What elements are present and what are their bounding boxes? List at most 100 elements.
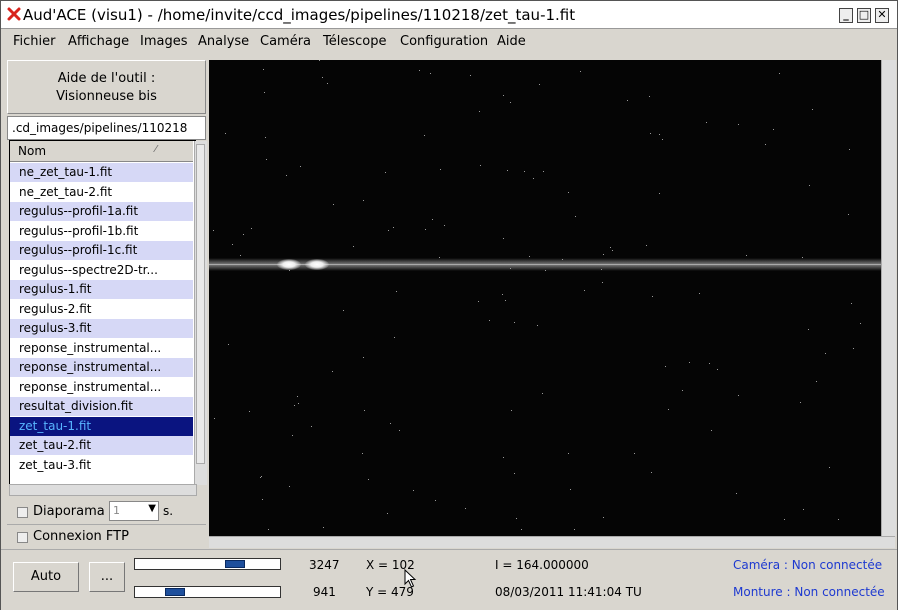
file-list-item[interactable]: regulus--profil-1c.fit xyxy=(10,241,193,260)
file-list-item[interactable]: regulus--profil-1b.fit xyxy=(10,222,193,241)
menu-camera[interactable]: Caméra xyxy=(260,34,311,49)
background-star xyxy=(323,527,324,528)
background-star xyxy=(465,508,466,509)
background-star xyxy=(424,135,425,136)
image-viewer[interactable] xyxy=(209,60,881,536)
background-star xyxy=(263,69,264,70)
menu-affichage[interactable]: Affichage xyxy=(68,34,129,49)
background-star xyxy=(682,390,683,391)
more-options-button[interactable]: ... xyxy=(89,562,125,592)
dropdown-arrow-icon[interactable]: ▼ xyxy=(148,503,156,514)
background-star xyxy=(803,509,804,510)
background-star xyxy=(736,493,737,494)
background-star xyxy=(521,529,522,530)
background-star xyxy=(439,257,440,258)
background-star xyxy=(765,144,766,145)
background-star xyxy=(368,479,369,480)
menu-telescope[interactable]: Télescope xyxy=(323,34,386,49)
minimize-icon[interactable]: _ xyxy=(839,8,853,23)
background-star xyxy=(853,348,854,349)
high-threshold-thumb[interactable] xyxy=(225,560,245,568)
background-star xyxy=(298,403,299,404)
file-list-horizontal-scrollbar[interactable] xyxy=(9,484,197,496)
background-star xyxy=(393,227,394,228)
viewer-vertical-scrollbar[interactable] xyxy=(881,60,896,536)
background-star xyxy=(779,73,780,74)
background-star xyxy=(689,362,690,363)
diaporama-checkbox[interactable] xyxy=(17,507,28,518)
background-star xyxy=(602,282,603,283)
close-icon[interactable]: ✕ xyxy=(875,8,889,23)
background-star xyxy=(425,229,426,230)
menu-fichier[interactable]: Fichier xyxy=(13,34,56,49)
diaporama-interval-select[interactable]: 1 ▼ xyxy=(109,501,159,521)
background-star xyxy=(829,467,830,468)
file-list-item[interactable]: reponse_instrumental... xyxy=(10,358,193,377)
background-star xyxy=(738,395,739,396)
background-star xyxy=(809,185,810,186)
background-star xyxy=(524,171,525,172)
background-star xyxy=(225,133,226,134)
background-star xyxy=(261,476,262,477)
background-star xyxy=(240,255,241,256)
file-list-item[interactable]: zet_tau-3.fit xyxy=(10,456,193,475)
background-star xyxy=(514,322,515,323)
high-threshold-value: 3247 xyxy=(309,558,340,572)
background-star xyxy=(568,453,569,454)
auto-button[interactable]: Auto xyxy=(13,562,79,592)
file-list-item[interactable]: regulus-1.fit xyxy=(10,280,193,299)
file-list-item[interactable]: zet_tau-1.fit xyxy=(10,416,193,436)
background-star xyxy=(802,257,803,258)
file-list-item[interactable]: ne_zet_tau-2.fit xyxy=(10,183,193,202)
low-threshold-thumb[interactable] xyxy=(165,588,185,596)
high-threshold-slider[interactable] xyxy=(134,558,281,570)
background-star xyxy=(440,169,441,170)
background-star xyxy=(413,490,414,491)
low-threshold-slider[interactable] xyxy=(134,586,281,598)
directory-path-field[interactable]: .cd_images/pipelines/110218 xyxy=(7,116,206,140)
background-star xyxy=(385,172,386,173)
diaporama-unit: s. xyxy=(163,504,174,518)
sort-icon[interactable]: ⁄ xyxy=(155,144,157,155)
menu-aide[interactable]: Aide xyxy=(497,34,526,49)
column-header-nom[interactable]: Nom ⁄ xyxy=(10,141,193,162)
background-star xyxy=(435,500,436,501)
menu-configuration[interactable]: Configuration xyxy=(400,34,488,49)
background-star xyxy=(264,92,265,93)
menu-images[interactable]: Images xyxy=(140,34,188,49)
file-list-item[interactable]: reponse_instrumental... xyxy=(10,378,193,397)
background-star xyxy=(243,234,244,235)
background-star xyxy=(289,486,290,487)
file-list-item[interactable]: regulus-3.fit xyxy=(10,319,193,338)
background-star xyxy=(260,477,261,478)
background-star xyxy=(851,303,852,304)
background-star xyxy=(387,513,388,514)
background-star xyxy=(327,83,328,84)
file-list-item[interactable]: reponse_instrumental... xyxy=(10,339,193,358)
background-star xyxy=(343,310,344,311)
tool-help-button[interactable]: Aide de l'outil : Visionneuse bis xyxy=(7,60,206,114)
background-star xyxy=(537,325,538,326)
background-star xyxy=(362,453,363,454)
title-bar[interactable]: Aud'ACE (visu1) - /home/invite/ccd_image… xyxy=(1,1,897,29)
background-star xyxy=(507,170,508,171)
background-star xyxy=(503,95,504,96)
file-list-item[interactable]: ne_zet_tau-1.fit xyxy=(10,163,193,182)
background-star xyxy=(266,159,267,160)
file-list-item[interactable]: regulus-2.fit xyxy=(10,300,193,319)
file-list[interactable]: Nom ⁄ ne_zet_tau-1.fit ne_zet_tau-2.fit re… xyxy=(9,140,196,486)
scrollbar-thumb[interactable] xyxy=(196,144,205,464)
maximize-icon[interactable]: □ xyxy=(857,8,871,23)
file-list-item[interactable]: regulus--spectre2D-tr... xyxy=(10,261,193,280)
ftp-checkbox[interactable] xyxy=(17,532,28,543)
file-list-item[interactable]: zet_tau-2.fit xyxy=(10,436,193,455)
file-list-item[interactable]: resultat_division.fit xyxy=(10,397,193,416)
background-star xyxy=(738,124,739,125)
viewer-horizontal-scrollbar[interactable] xyxy=(209,536,895,548)
background-star xyxy=(860,323,861,324)
diaporama-row: Diaporama 1 ▼ s. xyxy=(7,500,206,524)
menu-analyse[interactable]: Analyse xyxy=(198,34,249,49)
file-list-vertical-scrollbar[interactable] xyxy=(194,141,207,485)
file-list-item[interactable]: regulus--profil-1a.fit xyxy=(10,202,193,221)
close-x-icon[interactable] xyxy=(6,6,22,22)
